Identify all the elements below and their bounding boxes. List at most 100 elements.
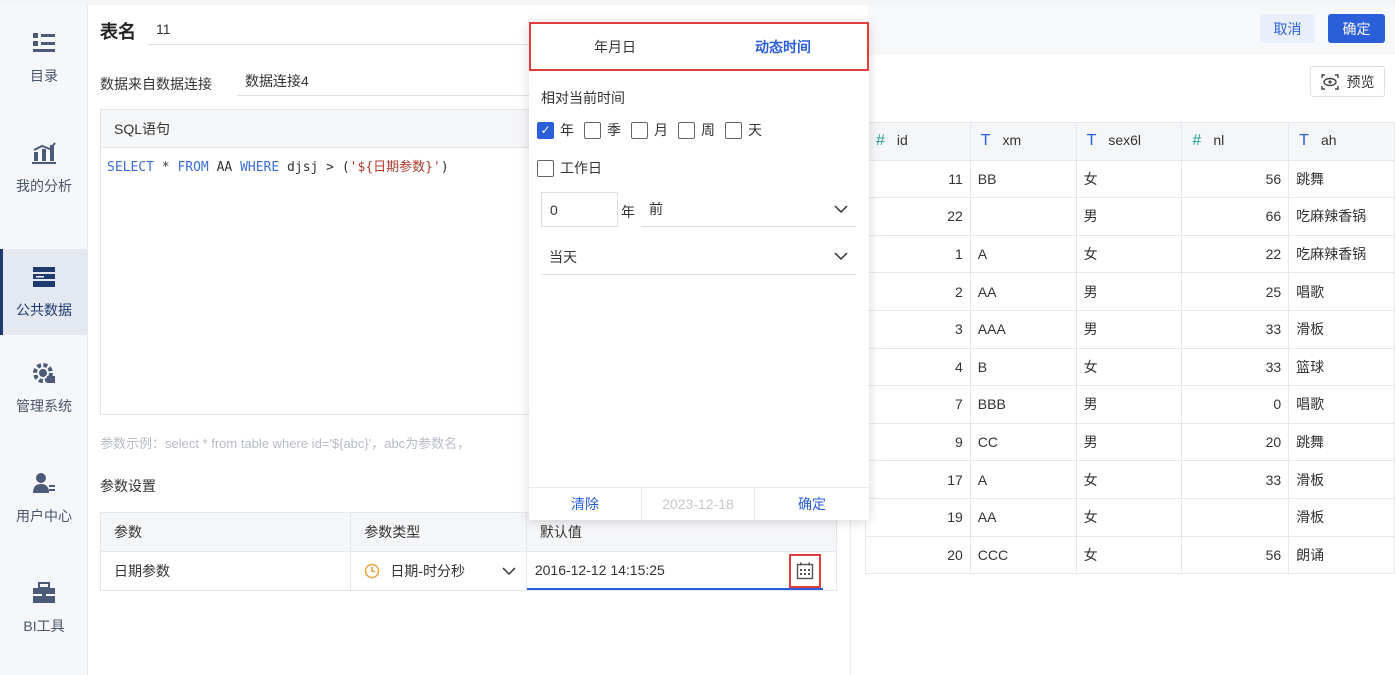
text-type-icon: T (980, 132, 991, 150)
clear-button[interactable]: 清除 (529, 488, 642, 520)
sidebar-item-label: 用户中心 (16, 508, 72, 524)
sql-token: djsj > ( (279, 160, 350, 175)
preview-header-row: # id Txm Tsex6l # nl Tah (865, 122, 1395, 161)
checkbox-label: 周 (701, 122, 715, 138)
workday-checkbox[interactable]: 工作日 (537, 158, 602, 178)
preview-button[interactable]: 预览 (1310, 66, 1385, 97)
checkbox-label: 天 (748, 122, 762, 138)
sql-keyword: WHERE (240, 160, 280, 175)
sql-keyword: SELECT (107, 160, 154, 175)
table-cell-xm (969, 197, 1077, 236)
checkbox-label: 工作日 (560, 160, 602, 176)
default-date-input[interactable]: 2016-12-12 14:15:25 (526, 552, 823, 590)
param-type-select[interactable]: 日期-时分秒 (351, 552, 527, 590)
column-name: xm (1002, 132, 1022, 149)
unit-checkbox-week[interactable]: 周 (678, 120, 715, 140)
sidebar-item-bi-tools[interactable]: BI工具 (0, 565, 88, 651)
preview-label: 预览 (1346, 73, 1375, 90)
source-label: 数据来自数据连接 (100, 76, 212, 92)
text-type-icon: T (1086, 132, 1097, 150)
column-header-id: # id (865, 122, 971, 161)
number-type-icon: # (876, 132, 885, 150)
table-cell-sex6l: 男 (1075, 385, 1183, 424)
sidebar-item-catalog[interactable]: 目录 (0, 15, 88, 101)
unit-checkbox-quarter[interactable]: 季 (584, 120, 621, 140)
settings-gear-icon (31, 360, 57, 386)
direction-value: 前 (649, 201, 663, 217)
header-strip (868, 5, 1395, 55)
text-type-icon: T (1299, 132, 1309, 150)
clock-icon (364, 563, 380, 579)
confirm-button[interactable]: 确定 (1328, 14, 1385, 43)
cancel-button[interactable]: 取消 (1260, 14, 1315, 43)
sidebar-item-analysis[interactable]: 我的分析 (0, 125, 88, 211)
table-cell-id: 11 (865, 159, 971, 199)
table-cell-sex6l: 女 (1075, 159, 1183, 199)
param-table: 参数 参数类型 默认值 日期参数 日期-时分秒 2016-12-12 14:15… (100, 512, 837, 591)
source-select[interactable]: 数据连接4 (237, 66, 537, 96)
table-cell-sex6l: 男 (1075, 309, 1183, 349)
column-header-ah: Tah (1288, 122, 1395, 161)
checkbox-label: 月 (654, 122, 668, 138)
checkbox-box (725, 121, 742, 139)
unit-checkbox-year[interactable]: ✓ 年 (537, 120, 574, 140)
tab-calendar-date[interactable]: 年月日 (531, 24, 699, 69)
table-cell-id: 2 (865, 272, 971, 311)
unit-checkboxes: ✓ 年 季 月 周 天 (537, 120, 772, 140)
offset-number-input[interactable] (541, 192, 618, 227)
table-cell-ah: 滑板 (1288, 497, 1395, 537)
table-cell-id: 20 (865, 535, 971, 575)
sidebar-item-user-center[interactable]: 用户中心 (0, 455, 88, 541)
column-name: nl (1213, 132, 1225, 149)
table-cell-sex6l: 女 (1075, 497, 1183, 537)
calendar-button[interactable] (788, 554, 821, 588)
column-name: ah (1320, 132, 1337, 149)
table-cell-nl: 33 (1181, 460, 1290, 499)
chevron-down-icon (834, 204, 848, 214)
sidebar-item-label: 我的分析 (16, 178, 72, 194)
sidebar-item-label: 公共数据 (16, 302, 72, 318)
sidebar-item-label: 目录 (30, 68, 58, 84)
checkbox-label: 季 (607, 122, 621, 138)
param-settings-title: 参数设置 (100, 478, 156, 494)
table-cell-ah: 滑板 (1288, 460, 1395, 499)
table-row: 3 AAA 男 33 滑板 (865, 309, 1395, 349)
tab-dynamic-time[interactable]: 动态时间 (699, 24, 867, 69)
sidebar: 目录 我的分析 公共数据 管理系统 用户中心 BI工具 (0, 5, 88, 675)
popup-confirm-button[interactable]: 确定 (755, 488, 869, 520)
checkmark-icon: ✓ (537, 121, 554, 139)
table-cell-xm: CC (969, 422, 1077, 462)
sidebar-item-admin[interactable]: 管理系统 (0, 345, 88, 431)
table-cell-sex6l: 女 (1075, 535, 1183, 575)
catalog-icon (31, 30, 57, 56)
table-row: 11 BB 女 56 跳舞 (865, 159, 1395, 199)
table-cell-xm: AAA (969, 309, 1077, 349)
sql-code[interactable]: SELECT * FROM AA WHERE djsj > ('${日期参数}'… (101, 148, 539, 183)
table-row: 4 B 女 33 篮球 (865, 347, 1395, 387)
table-row: 17 A 女 33 滑板 (865, 460, 1395, 499)
sql-editor[interactable]: SQL语句 SELECT * FROM AA WHERE djsj > ('${… (100, 109, 540, 415)
default-date-value: 2016-12-12 14:15:25 (534, 562, 665, 578)
sql-keyword: FROM (177, 160, 209, 175)
table-cell-ah: 吃麻辣香锅 (1288, 197, 1395, 236)
table-cell-ah: 吃麻辣香锅 (1288, 234, 1395, 274)
preview-icon (1320, 73, 1339, 90)
direction-select[interactable]: 前 (641, 192, 856, 227)
table-name-input[interactable] (148, 14, 538, 45)
column-name: id (896, 132, 908, 149)
column-header: 参数 (101, 513, 352, 551)
table-cell-id: 4 (865, 347, 971, 387)
anchor-select[interactable]: 当天 (541, 239, 856, 275)
table-cell-id: 22 (865, 197, 971, 236)
sidebar-item-public-data[interactable]: 公共数据 (0, 249, 88, 335)
calendar-icon (796, 562, 814, 580)
table-cell-ah: 滑板 (1288, 309, 1395, 349)
table-row: 2 AA 男 25 唱歌 (865, 272, 1395, 311)
table-cell-nl: 0 (1181, 385, 1290, 424)
unit-checkbox-month[interactable]: 月 (631, 120, 668, 140)
unit-checkbox-day[interactable]: 天 (725, 120, 762, 140)
table-cell-xm: CCC (969, 535, 1077, 575)
checkbox-box (631, 121, 648, 139)
sidebar-item-label: BI工具 (23, 618, 65, 634)
relative-time-label: 相对当前时间 (541, 90, 625, 106)
